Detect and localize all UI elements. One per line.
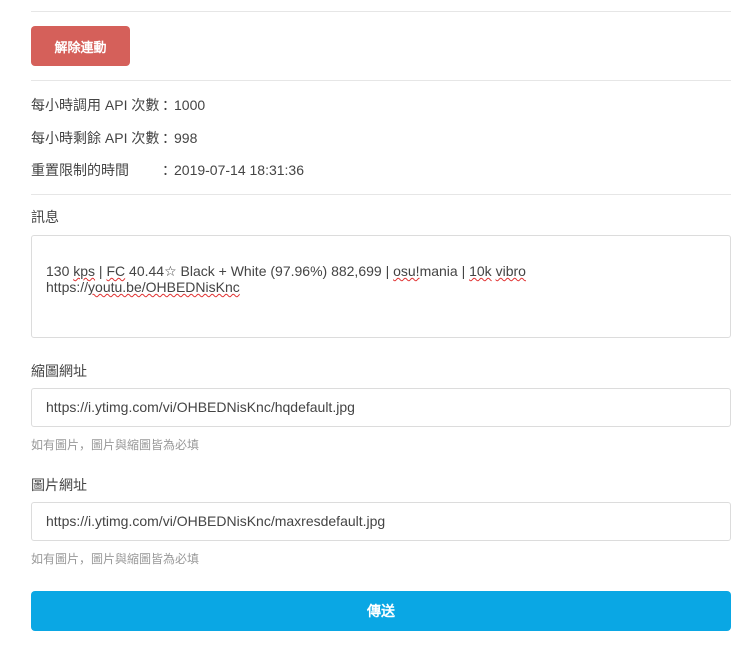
divider-after-unlink: [31, 80, 731, 81]
unlink-button[interactable]: 解除連動: [31, 26, 130, 66]
text-part: vibro: [495, 263, 526, 279]
text-part: youtu.be/OHBEDNisKnc: [88, 279, 240, 295]
api-remaining-label: 每小時剩餘 API 次數: [31, 130, 160, 146]
image-url-label: 圖片網址: [31, 477, 87, 493]
text-part: https://: [46, 279, 89, 295]
reset-time-value: 2019-07-14 18:31:36: [174, 162, 304, 178]
top-divider: [31, 11, 731, 12]
send-button[interactable]: 傳送: [31, 591, 731, 631]
api-calls-value: 1000: [174, 97, 206, 113]
message-label: 訊息: [31, 209, 59, 225]
text-part: 10k: [469, 263, 492, 279]
text-part: 130: [46, 263, 74, 279]
reset-time-label: 重置限制的時間: [31, 162, 129, 178]
divider-after-info: [31, 194, 731, 195]
api-calls-label: 每小時調用 API 次數: [31, 97, 160, 113]
api-remaining-value: 998: [174, 130, 198, 146]
text-part: FC: [106, 263, 126, 279]
text-part: kps: [73, 263, 96, 279]
text-part: osu!: [393, 263, 420, 279]
text-part: 40.44☆ Black + White (97.96%) 882,699 |: [125, 263, 394, 279]
message-line-2: https://youtu.be/OHBEDNisKnc: [46, 279, 716, 295]
image-help-text: 如有圖片，圖片與縮圖皆為必填: [31, 552, 200, 566]
thumbnail-url-label: 縮圖網址: [31, 363, 87, 379]
message-textarea[interactable]: 130 kps | FC 40.44☆ Black + White (97.96…: [31, 235, 731, 338]
text-part: mania |: [419, 263, 470, 279]
thumbnail-url-input[interactable]: https://i.ytimg.com/vi/OHBEDNisKnc/hqdef…: [31, 388, 731, 427]
message-line-1: 130 kps | FC 40.44☆ Black + White (97.96…: [46, 263, 716, 279]
image-url-input[interactable]: https://i.ytimg.com/vi/OHBEDNisKnc/maxre…: [31, 502, 731, 541]
text-part: |: [95, 263, 107, 279]
thumbnail-help-text: 如有圖片，圖片與縮圖皆為必填: [31, 438, 200, 452]
